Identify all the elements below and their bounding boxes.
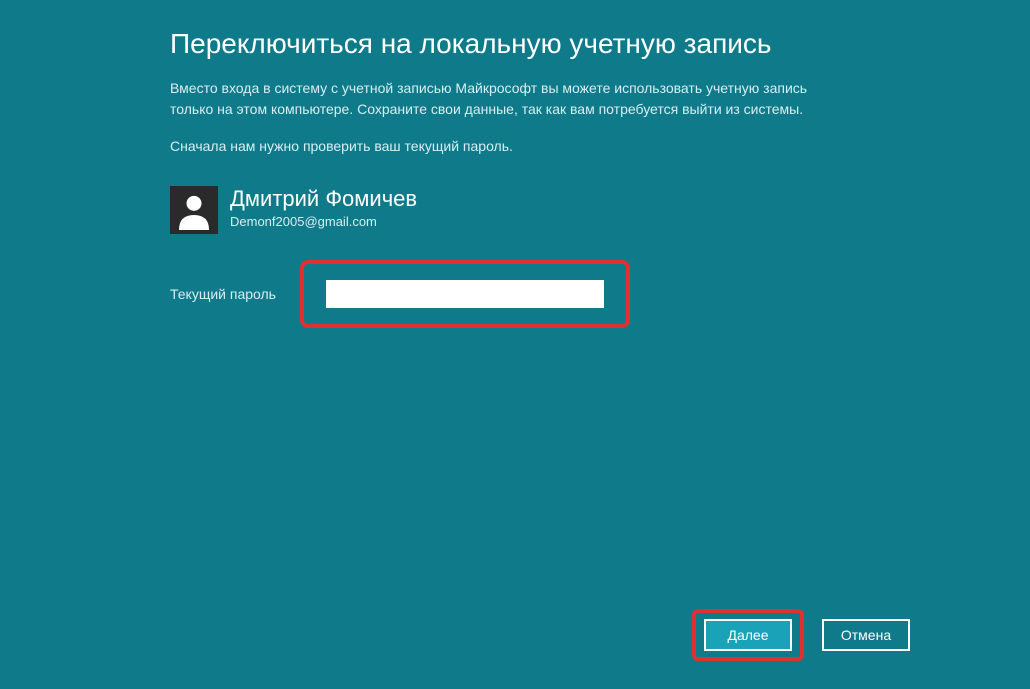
password-highlight-box [300,260,630,328]
user-email: Demonf2005@gmail.com [230,214,417,229]
user-name: Дмитрий Фомичев [230,186,417,212]
user-icon [174,190,214,230]
page-title: Переключиться на локальную учетную запис… [170,28,1030,60]
next-highlight-box: Далее [692,609,804,661]
verify-password-text: Сначала нам нужно проверить ваш текущий … [170,138,1030,154]
button-row: Далее Отмена [692,609,910,661]
current-password-input[interactable] [326,280,604,308]
password-row: Текущий пароль [170,260,1030,328]
avatar [170,186,218,234]
description-text: Вместо входа в систему с учетной записью… [170,78,810,120]
password-label: Текущий пароль [170,286,282,302]
cancel-button[interactable]: Отмена [822,619,910,651]
user-details: Дмитрий Фомичев Demonf2005@gmail.com [230,186,417,229]
switch-local-account-dialog: Переключиться на локальную учетную запис… [0,0,1030,689]
next-button[interactable]: Далее [704,619,792,651]
user-info-block: Дмитрий Фомичев Demonf2005@gmail.com [170,186,1030,234]
